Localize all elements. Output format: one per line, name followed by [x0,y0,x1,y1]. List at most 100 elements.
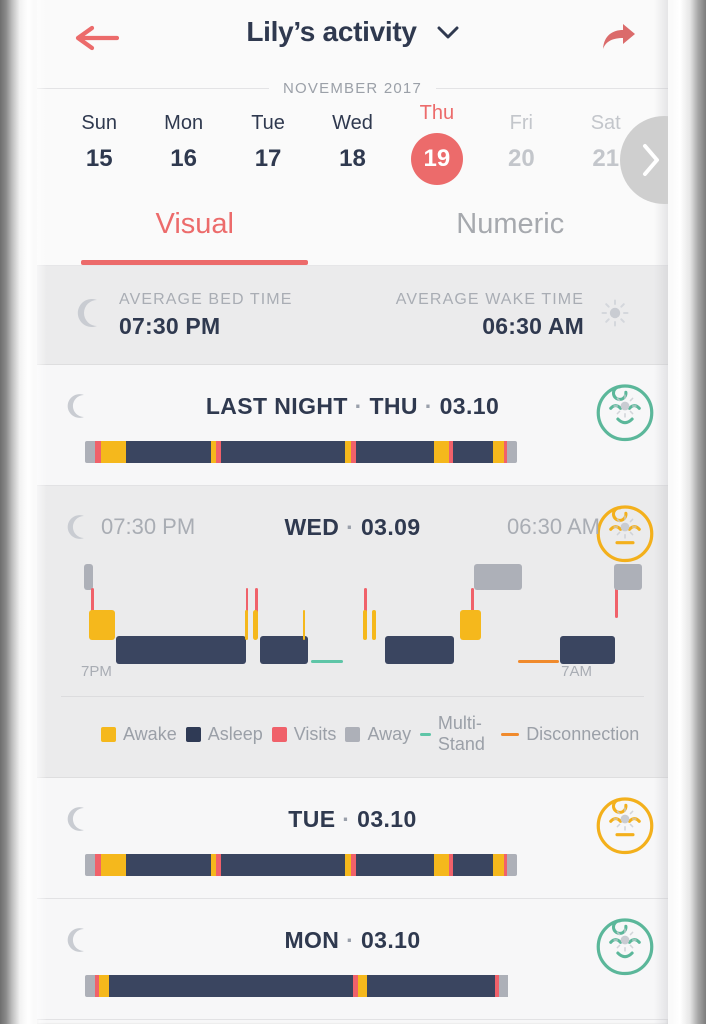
legend-label: Away [367,723,412,744]
calendar-day-name: Mon [164,111,204,134]
timeline-event-awake [302,610,306,640]
month-rule-right [436,87,668,89]
bar-segment-asleep [109,975,354,997]
bar-segment-away [85,441,96,463]
night-timeline-bar[interactable] [85,975,517,997]
bar-segment-asleep [292,854,345,876]
legend-label: Awake [123,723,177,744]
bar-segment-asleep [355,854,434,876]
bar-segment-away [499,975,509,997]
night-card-header-left [67,927,89,953]
view-tabs: Visual Numeric [37,184,668,266]
bar-segment-awake [100,854,126,876]
calendar-day-17[interactable]: Tue 17 [226,100,310,184]
night-card-header: TUE · 03.10 [37,796,668,842]
legend-swatch [345,726,361,742]
moon-icon [67,515,84,539]
legend-item-awake: Awake [101,724,177,745]
bar-segment-awake [433,441,450,463]
calendar-day-name: Sat [590,111,621,134]
sun-icon [613,515,637,539]
calendar-day-16[interactable]: Mon 16 [141,100,225,184]
phone-screen: Lily’s activity NOVEMBER 2017 Sun 15 Mon 16… [37,0,668,1024]
legend-item-visits: Visits [271,724,336,745]
month-label: NOVEMBER 2017 [283,79,422,97]
legend-item-multi-stand: Multi-Stand [420,713,492,755]
phone-photo: Lily’s activity NOVEMBER 2017 Sun 15 Mon 16… [0,0,706,1024]
nav-title-group[interactable]: Lily’s activity [37,16,668,48]
night-card-mon[interactable]: MON · 03.10 [37,899,668,1020]
timeline-event-away [84,564,93,590]
tab-numeric[interactable]: Numeric [353,184,669,265]
bar-segment-awake [493,441,504,463]
moon-icon [67,928,84,952]
timeline-event-away [474,564,523,590]
night-bar-wrap [37,429,668,463]
tab-visual[interactable]: Visual [37,184,353,265]
timeline-event-multi-stand [310,660,344,663]
axis-tick-7pm: 7PM [81,663,112,680]
calendar-day-number: 21 [592,144,620,172]
sun-icon [613,928,637,952]
timeline-event-awake [459,610,482,640]
calendar-day-20[interactable]: Fri 20 [479,100,563,184]
calendar-day-name: Wed [332,111,373,134]
timeline-event-away [613,564,643,590]
night-card-header-right [612,393,638,419]
calendar-day-19[interactable]: Thu 19 [395,100,479,185]
night-bed-time: 07:30 PM [101,514,196,539]
legend-item-away: Away [345,724,411,745]
nav-bar: Lily’s activity [37,0,668,76]
moon-icon [77,298,103,333]
night-card-last-night[interactable]: LAST NIGHT · THU · 03.10 [37,365,668,486]
moon-icon [67,394,84,418]
average-wake-time: AVERAGE WAKE TIME 06:30 AM [396,291,630,340]
chevron-right-icon [643,144,659,176]
timeline-event-awake [252,610,258,640]
calendar-day-name: Tue [251,111,285,134]
calendar-day-18[interactable]: Wed 18 [310,100,394,184]
night-card-list: LAST NIGHT · THU · 03.10 07:30 PM WED · 03… [37,365,668,1020]
share-button[interactable] [592,16,646,58]
night-card-header-left [67,393,89,419]
calendar-day-name: Sun [81,111,117,134]
night-card-wed[interactable]: 07:30 PM WED · 03.09 06:30 AM 7PM 7AM Awake As… [37,486,668,778]
night-timeline-bar[interactable] [85,854,517,876]
legend-swatch [420,732,431,736]
average-wake-time-label: AVERAGE WAKE TIME [395,290,584,308]
timeline-event-asleep [560,636,616,664]
calendar-day-15[interactable]: Sun 15 [57,100,141,184]
timeline-event-awake [371,610,377,640]
chevron-down-icon[interactable] [437,24,459,43]
legend-swatch [501,732,520,736]
bar-segment-awake [357,975,368,997]
night-card-tue[interactable]: TUE · 03.10 [37,778,668,899]
page-title: Lily’s activity [246,16,417,47]
legend-item-asleep: Asleep [185,724,263,745]
bar-segment-asleep [125,854,212,876]
night-timeline-bar[interactable] [85,441,517,463]
sun-icon [600,298,630,333]
week-days: Sun 15 Mon 16 Tue 17 Wed 18 Thu 19 Fri 20 Sat 21 [57,100,648,185]
night-card-title: LAST NIGHT · THU · 03.10 [205,392,500,419]
averages-panel: AVERAGE BED TIME 07:30 PM AVERAGE WAKE T… [37,266,668,365]
night-detail-chart[interactable]: 7PM 7AM [81,560,643,680]
bar-segment-asleep [125,441,212,463]
night-card-header-left [67,806,89,832]
calendar-day-number: 17 [254,144,282,172]
night-wake-time: 06:30 AM [507,514,600,539]
bar-segment-awake [493,854,504,876]
sun-icon [613,394,637,418]
sun-icon [613,807,637,831]
chart-legend: Awake Asleep Visits Away Multi-Stand Disconne… [61,696,644,755]
bar-segment-asleep [453,854,494,876]
calendar-day-number: 15 [85,144,113,172]
bar-segment-asleep [453,441,494,463]
average-wake-time-value: 06:30 AM [482,312,584,339]
average-bed-time-value: 07:30 PM [119,312,221,339]
bar-segment-asleep [220,441,293,463]
legend-label: Disconnection [526,723,640,744]
calendar-day-number: 18 [339,144,366,172]
timeline-event-asleep [385,636,455,664]
bar-segment-away [507,854,517,876]
